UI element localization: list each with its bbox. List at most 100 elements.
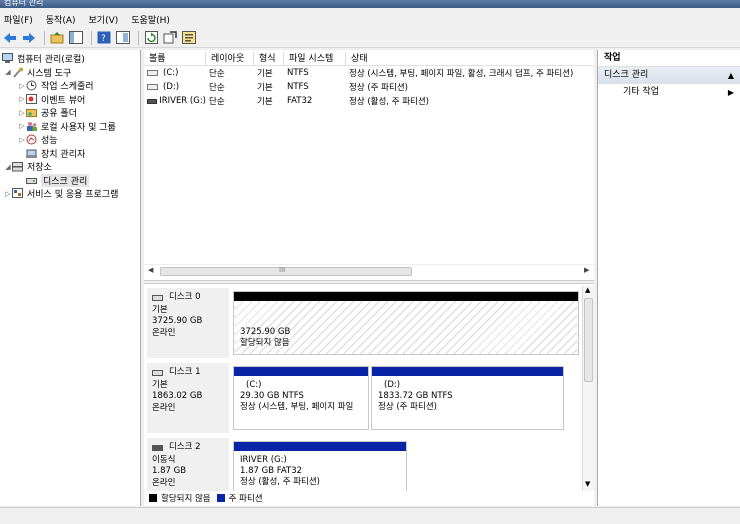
tree-item-label: 장치 관리자 xyxy=(41,149,86,160)
wizard-icon[interactable] xyxy=(181,30,197,46)
expand-arrow-icon[interactable]: ▷ xyxy=(18,95,26,103)
partition-g[interactable]: IRIVER (G:) 1.87 GB FAT32 정상 (활성, 주 파티션) xyxy=(233,441,407,491)
more-actions-item[interactable]: 기타 작업 ▶ xyxy=(598,84,740,101)
performance-icon xyxy=(26,134,38,145)
scroll-down-arrow-icon[interactable]: ▼ xyxy=(585,480,590,488)
column-header-filesystem[interactable]: 파일 시스템 xyxy=(284,52,346,66)
tree-item-services-applications[interactable]: ▷ 서비스 및 응용 프로그램 xyxy=(0,187,140,201)
collapse-arrow-icon[interactable]: ◢ xyxy=(4,163,12,171)
scroll-up-arrow-icon[interactable]: ▲ xyxy=(585,286,590,294)
scroll-grip: III xyxy=(279,266,286,274)
scroll-right-arrow-icon[interactable]: ▶ xyxy=(584,266,589,274)
disk-row[interactable]: 디스크 2 이동식 1.87 GB 온라인 IRIVER (G:) 1.87 G… xyxy=(147,438,579,491)
up-icon[interactable] xyxy=(49,30,65,46)
toolbar-separator xyxy=(91,30,92,45)
volume-layout: 단순 xyxy=(209,83,225,93)
disk-kind: 기본 xyxy=(152,304,168,315)
partition-d[interactable]: (D:) 1833.72 GB NTFS 정상 (주 파티션) xyxy=(371,366,564,430)
volume-filesystem: FAT32 xyxy=(287,96,313,106)
disk-size: 3725.90 GB xyxy=(152,316,203,326)
help-icon[interactable]: ? xyxy=(96,30,112,46)
tree-item-event-viewer[interactable]: ▷ 이벤트 뷰어 xyxy=(0,93,140,107)
tree-item-task-scheduler[interactable]: ▷ 작업 스케줄러 xyxy=(0,79,140,93)
tree-item-label: 공유 폴더 xyxy=(41,109,77,120)
expand-arrow-icon[interactable]: ▷ xyxy=(18,122,26,130)
expand-arrow-icon[interactable]: ▷ xyxy=(4,190,12,198)
disk-info: 디스크 2 이동식 1.87 GB 온라인 xyxy=(147,438,229,491)
volume-status: 정상 (주 파티션) xyxy=(349,83,408,93)
actions-section-disk-management[interactable]: 디스크 관리 ▲ xyxy=(598,67,740,84)
actions-section-label: 디스크 관리 xyxy=(604,70,649,80)
back-icon[interactable] xyxy=(2,30,18,46)
forward-icon[interactable] xyxy=(21,30,37,46)
tree-item-local-users[interactable]: ▷ 로컬 사용자 및 그룹 xyxy=(0,120,140,134)
disk-icon xyxy=(152,369,163,376)
expand-arrow-icon[interactable]: ▷ xyxy=(18,109,26,117)
svg-text:?: ? xyxy=(101,34,106,44)
scroll-thumb[interactable] xyxy=(584,298,593,382)
tree-item-system-tools[interactable]: ◢ 시스템 도구 xyxy=(0,66,140,80)
pane-splitter[interactable] xyxy=(144,280,594,284)
volume-filesystem: NTFS xyxy=(287,82,309,92)
disk-kind: 기본 xyxy=(152,379,168,390)
users-icon xyxy=(26,121,38,132)
table-row[interactable]: (C:) 단순 기본 NTFS 정상 (시스템, 부팅, 페이지 파일, 활성,… xyxy=(144,66,594,80)
expand-arrow-icon[interactable]: ▷ xyxy=(18,136,26,144)
partition-body: (C:) 29.30 GB NTFS 정상 (시스템, 부팅, 페이지 파일 xyxy=(234,376,368,429)
volume-type: 기본 xyxy=(257,97,273,107)
submenu-arrow-icon: ▶ xyxy=(727,88,734,97)
table-row[interactable]: IRIVER (G:) 단순 기본 FAT32 정상 (활성, 주 파티션) xyxy=(144,94,594,108)
partition-size: 1833.72 GB NTFS xyxy=(378,391,453,401)
legend-swatch-unallocated xyxy=(149,493,157,502)
tree-item-computer-management[interactable]: 컴퓨터 관리(로컬) xyxy=(0,52,140,66)
unallocated-bar xyxy=(234,292,578,301)
volume-name: (D:) xyxy=(163,82,180,92)
partition-size: 3725.90 GB xyxy=(240,327,291,337)
show-hide-tree-icon[interactable] xyxy=(68,30,84,46)
disk-size: 1863.02 GB xyxy=(152,391,203,401)
properties-icon[interactable] xyxy=(115,30,131,46)
partition-c[interactable]: (C:) 29.30 GB NTFS 정상 (시스템, 부팅, 페이지 파일 xyxy=(233,366,369,430)
event-viewer-icon xyxy=(26,93,38,105)
shared-folder-icon xyxy=(26,107,38,118)
scroll-thumb[interactable]: III xyxy=(160,266,412,276)
tree-item-shared-folders[interactable]: ▷ 공유 폴더 xyxy=(0,106,140,120)
column-header-status[interactable]: 상태 xyxy=(346,52,594,66)
column-header-type[interactable]: 형식 xyxy=(254,52,284,66)
disk-row[interactable]: 디스크 0 기본 3725.90 GB 온라인 3725.90 GB 할당되지 … xyxy=(147,288,579,360)
legend: 할당되지 않음 주 파티션 xyxy=(144,491,594,504)
scroll-left-arrow-icon[interactable]: ◀ xyxy=(148,266,153,274)
actions-panel: 작업 디스크 관리 ▲ 기타 작업 ▶ xyxy=(597,50,740,506)
tree-item-device-manager[interactable]: 장치 관리자 xyxy=(0,147,140,161)
menu-file[interactable]: 파일(F) xyxy=(4,13,33,26)
tree-item-storage[interactable]: ◢ 저장소 xyxy=(0,160,140,174)
tree-item-label: 저장소 xyxy=(27,163,52,174)
disk-icon xyxy=(152,294,163,301)
export-icon[interactable] xyxy=(162,30,178,46)
partition-unallocated[interactable]: 3725.90 GB 할당되지 않음 xyxy=(233,291,579,355)
menu-view[interactable]: 보기(V) xyxy=(89,13,119,26)
menu-help[interactable]: 도움말(H) xyxy=(131,13,170,26)
volume-list: (C:) 단순 기본 NTFS 정상 (시스템, 부팅, 페이지 파일, 활성,… xyxy=(144,66,594,108)
disk-row[interactable]: 디스크 1 기본 1863.02 GB 온라인 (C:) 29.30 GB NT… xyxy=(147,363,579,435)
collapse-arrow-icon[interactable]: ▲ xyxy=(728,67,734,84)
menu-action[interactable]: 동작(A) xyxy=(46,13,76,26)
disk-management-icon xyxy=(26,175,38,186)
services-icon xyxy=(12,188,24,199)
tree-item-label: 디스크 관리 xyxy=(41,173,90,187)
expand-arrow-icon[interactable]: ▷ xyxy=(18,82,26,90)
horizontal-scrollbar[interactable]: ◀ III ▶ xyxy=(144,264,594,276)
column-header-volume[interactable]: 볼륨 xyxy=(144,52,206,66)
tree-item-performance[interactable]: ▷ 성능 xyxy=(0,133,140,147)
collapse-arrow-icon[interactable]: ◢ xyxy=(4,68,12,76)
refresh-icon[interactable] xyxy=(143,30,159,46)
disk-info: 디스크 1 기본 1863.02 GB 온라인 xyxy=(147,363,229,433)
disk-name: 디스크 2 xyxy=(169,442,201,452)
storage-icon xyxy=(12,161,24,172)
column-header-layout[interactable]: 레이아웃 xyxy=(206,52,254,66)
title-bar: 컴퓨터 관리 xyxy=(0,0,740,8)
tree-item-disk-management[interactable]: 디스크 관리 xyxy=(0,173,140,188)
table-row[interactable]: (D:) 단순 기본 NTFS 정상 (주 파티션) xyxy=(144,80,594,94)
vertical-scrollbar[interactable]: ▲ ▼ xyxy=(582,286,594,491)
tree-item-label: 로컬 사용자 및 그룹 xyxy=(41,122,116,133)
